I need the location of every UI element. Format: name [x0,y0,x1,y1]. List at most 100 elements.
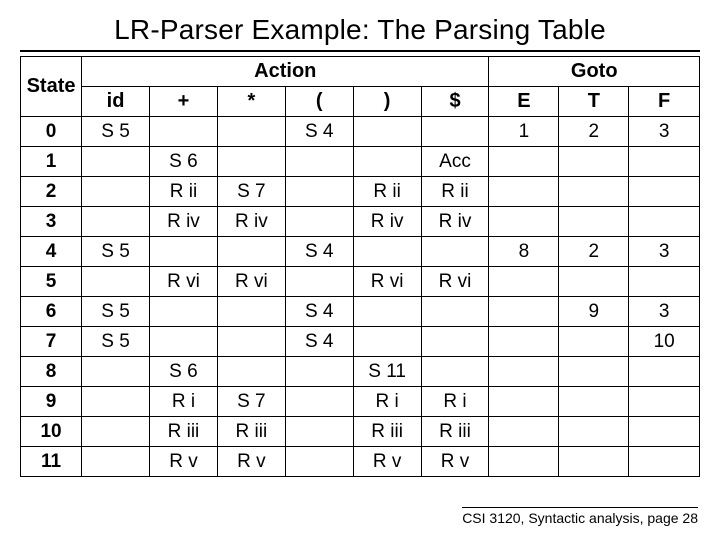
col-plus: + [150,87,218,117]
cell-F [629,267,700,297]
cell-lpar: S 4 [285,327,353,357]
cell-F [629,147,700,177]
cell-F [629,357,700,387]
header-row-2: id + * ( ) $ E T F [21,87,700,117]
col-id: id [82,87,150,117]
cell-F: 3 [629,117,700,147]
table-row: 1S 6Acc [21,147,700,177]
state-cell: 9 [21,387,82,417]
cell-id [82,387,150,417]
state-cell: 0 [21,117,82,147]
cell-star [217,357,285,387]
cell-plus: R ii [150,177,218,207]
cell-id [82,207,150,237]
cell-lpar [285,447,353,477]
cell-F: 3 [629,237,700,267]
table-row: 10R iiiR iiiR iiiR iii [21,417,700,447]
table-row: 7S 5S 410 [21,327,700,357]
cell-dol [421,357,489,387]
cell-lpar [285,267,353,297]
cell-E [489,387,559,417]
cell-dol: Acc [421,147,489,177]
cell-plus [150,297,218,327]
cell-star: S 7 [217,177,285,207]
cell-star: R vi [217,267,285,297]
cell-star [217,297,285,327]
cell-dol: R v [421,447,489,477]
cell-rpar [353,327,421,357]
table-row: 2R iiS 7R iiR ii [21,177,700,207]
cell-T [559,327,629,357]
col-lpar: ( [285,87,353,117]
state-cell: 8 [21,357,82,387]
cell-T [559,207,629,237]
col-star: * [217,87,285,117]
cell-F [629,207,700,237]
table-row: 4S 5S 4823 [21,237,700,267]
cell-T: 2 [559,117,629,147]
cell-lpar [285,177,353,207]
cell-star [217,117,285,147]
cell-dol: R ii [421,177,489,207]
cell-id: S 5 [82,327,150,357]
col-E: E [489,87,559,117]
cell-id [82,147,150,177]
cell-E [489,447,559,477]
table-row: 6S 5S 493 [21,297,700,327]
cell-F: 10 [629,327,700,357]
cell-lpar: S 4 [285,297,353,327]
cell-id [82,447,150,477]
cell-F: 3 [629,297,700,327]
cell-dol [421,237,489,267]
cell-F [629,417,700,447]
cell-rpar [353,117,421,147]
col-action: Action [82,57,489,87]
cell-star: R iv [217,207,285,237]
cell-plus: S 6 [150,357,218,387]
cell-lpar [285,147,353,177]
parsing-table: State Action Goto id + * ( ) $ E T F 0S … [20,56,700,477]
table-row: 11R vR vR vR v [21,447,700,477]
cell-T [559,267,629,297]
cell-T [559,447,629,477]
cell-dol: R iv [421,207,489,237]
slide-title: LR-Parser Example: The Parsing Table [20,14,700,52]
cell-T [559,147,629,177]
cell-plus: R v [150,447,218,477]
state-cell: 3 [21,207,82,237]
cell-dol [421,117,489,147]
state-cell: 2 [21,177,82,207]
cell-rpar [353,297,421,327]
table-row: 8S 6S 11 [21,357,700,387]
cell-dol: R vi [421,267,489,297]
cell-plus: R i [150,387,218,417]
cell-T: 2 [559,237,629,267]
cell-T: 9 [559,297,629,327]
col-dol: $ [421,87,489,117]
cell-dol [421,297,489,327]
cell-star: S 7 [217,387,285,417]
slide: LR-Parser Example: The Parsing Table Sta… [0,0,720,540]
cell-E: 8 [489,237,559,267]
cell-id [82,417,150,447]
cell-lpar [285,207,353,237]
state-cell: 11 [21,447,82,477]
cell-rpar: R iii [353,417,421,447]
cell-plus: R iv [150,207,218,237]
cell-rpar: R ii [353,177,421,207]
cell-id [82,357,150,387]
cell-rpar: R iv [353,207,421,237]
cell-rpar [353,147,421,177]
cell-id: S 5 [82,117,150,147]
table-row: 0S 5S 4123 [21,117,700,147]
cell-T [559,387,629,417]
header-row-1: State Action Goto [21,57,700,87]
cell-star: R v [217,447,285,477]
cell-F [629,177,700,207]
cell-rpar: R v [353,447,421,477]
cell-star: R iii [217,417,285,447]
cell-rpar: R i [353,387,421,417]
slide-footer: CSI 3120, Syntactic analysis, page 28 [462,507,698,526]
cell-id [82,267,150,297]
cell-plus: S 6 [150,147,218,177]
